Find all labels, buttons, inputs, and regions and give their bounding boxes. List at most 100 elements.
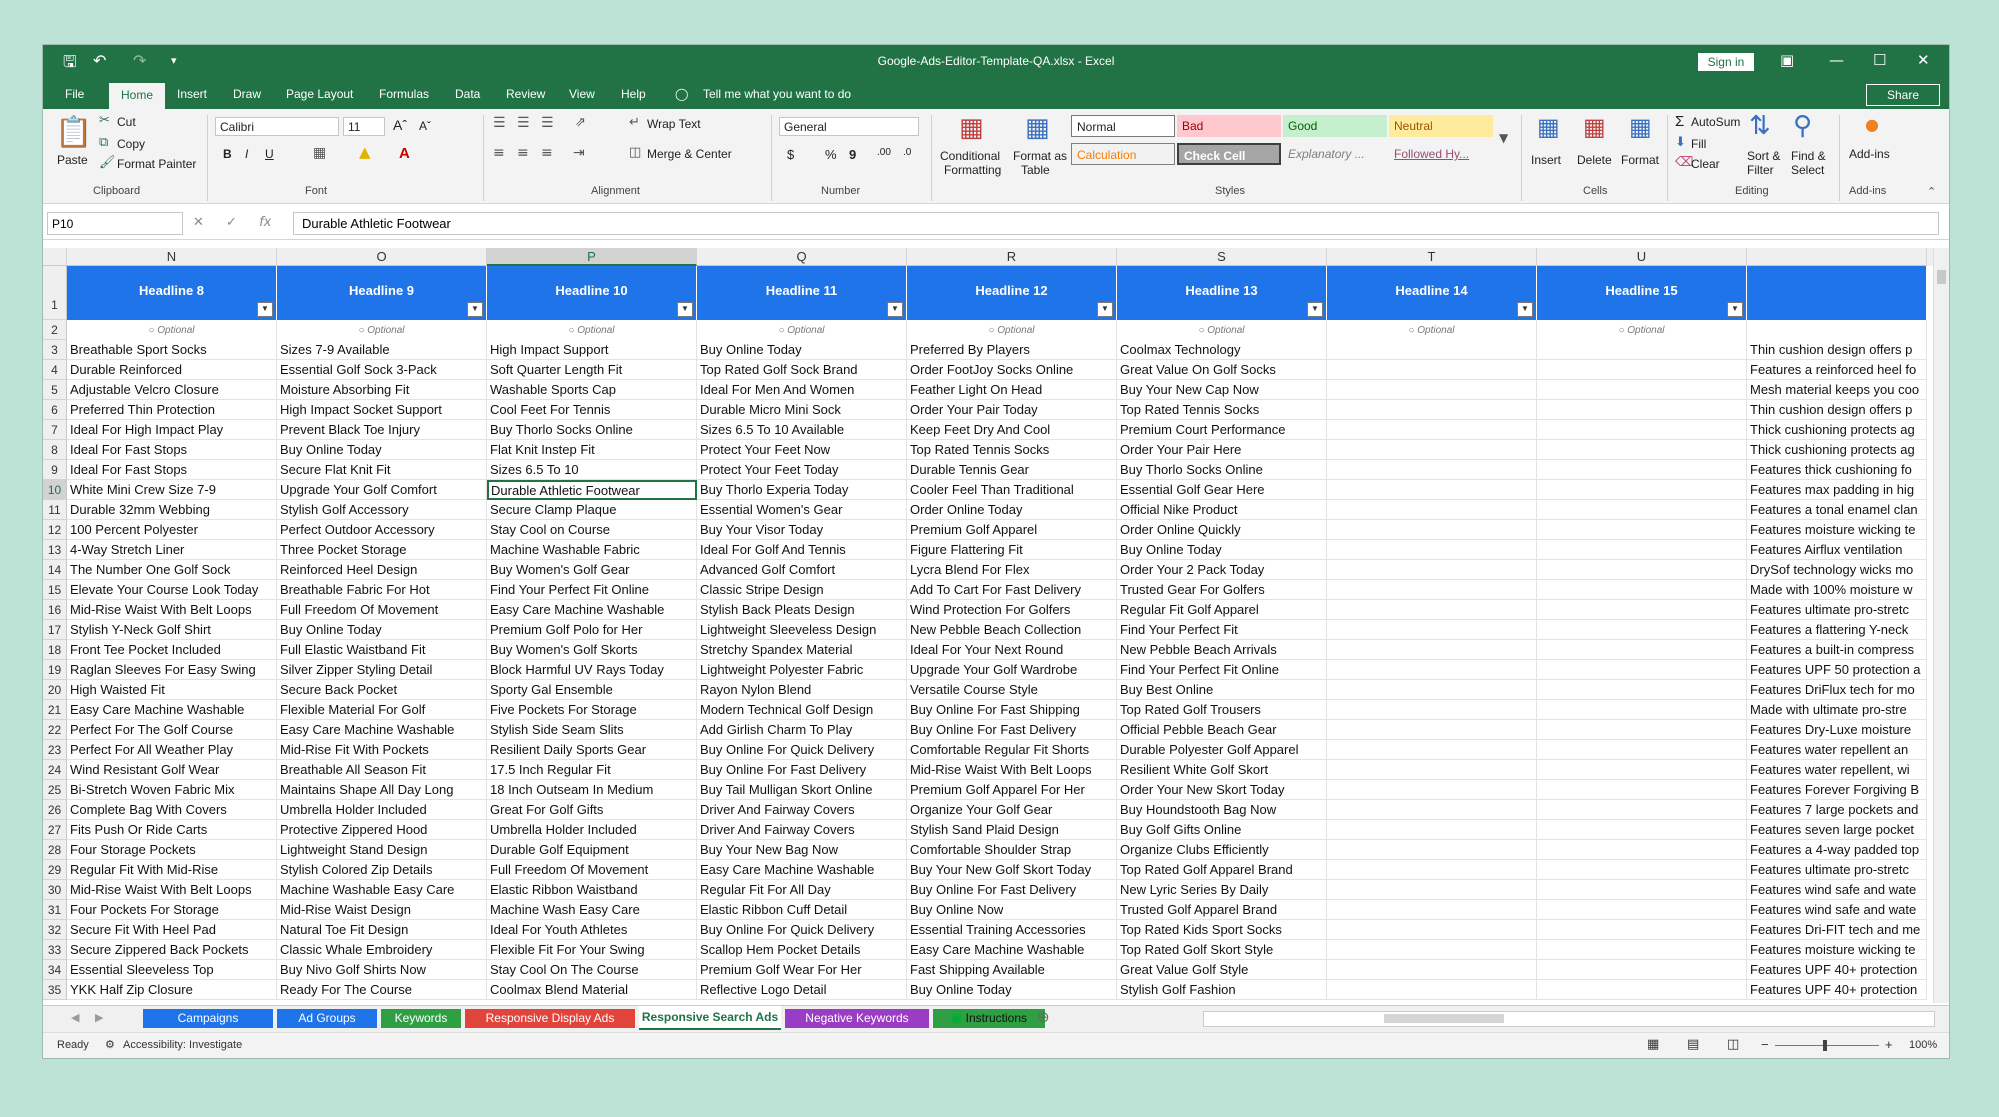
cell[interactable]: Order Your New Skort Today: [1117, 780, 1327, 800]
cell[interactable]: Great For Golf Gifts: [487, 800, 697, 820]
cell[interactable]: [1537, 660, 1747, 680]
optional-cell[interactable]: ○ Optional: [907, 320, 1117, 340]
fill-color-icon[interactable]: ▲: [359, 143, 371, 161]
cell[interactable]: Durable Micro Mini Sock: [697, 400, 907, 420]
header-cell[interactable]: Headline 15 ▼: [1537, 266, 1747, 320]
cell[interactable]: Features UPF 50 protection a: [1747, 660, 1927, 680]
cell[interactable]: Flat Knit Instep Fit: [487, 440, 697, 460]
cell[interactable]: Coolmax Technology: [1117, 340, 1327, 360]
row-header[interactable]: 33: [43, 940, 67, 960]
cut-icon[interactable]: ✂: [99, 113, 110, 128]
optional-cell[interactable]: ○ Optional: [487, 320, 697, 340]
cell[interactable]: Durable Tennis Gear: [907, 460, 1117, 480]
cell[interactable]: Features UPF 40+ protection: [1747, 960, 1927, 980]
sheet-tab[interactable]: ▣ Instructions: [933, 1009, 1045, 1028]
cell[interactable]: Full Freedom Of Movement: [277, 600, 487, 620]
cell[interactable]: New Pebble Beach Collection: [907, 620, 1117, 640]
cell[interactable]: Buy Thorlo Experia Today: [697, 480, 907, 500]
cell[interactable]: Wind Protection For Golfers: [907, 600, 1117, 620]
add-sheet-icon[interactable]: ⊕: [1037, 1008, 1050, 1026]
cell[interactable]: Trusted Golf Apparel Brand: [1117, 900, 1327, 920]
style-followed-hyperlink[interactable]: Followed Hy...: [1389, 143, 1493, 165]
cell[interactable]: [1327, 380, 1537, 400]
cell[interactable]: Made with 100% moisture w: [1747, 580, 1927, 600]
cell[interactable]: Four Pockets For Storage: [67, 900, 277, 920]
cell[interactable]: Top Rated Golf Sock Brand: [697, 360, 907, 380]
cell[interactable]: [1537, 900, 1747, 920]
cell[interactable]: [1327, 760, 1537, 780]
row-header[interactable]: 34: [43, 960, 67, 980]
cell[interactable]: [1537, 860, 1747, 880]
cell[interactable]: [1327, 840, 1537, 860]
cell[interactable]: Secure Back Pocket: [277, 680, 487, 700]
align-right-icon[interactable]: ≡: [541, 145, 553, 161]
cell[interactable]: Stylish Golf Fashion: [1117, 980, 1327, 1000]
row-header[interactable]: 17: [43, 620, 67, 640]
row-header[interactable]: 27: [43, 820, 67, 840]
accessibility-status[interactable]: Accessibility: Investigate: [123, 1039, 242, 1051]
clear-button[interactable]: Clear: [1691, 157, 1720, 171]
cell[interactable]: [1327, 740, 1537, 760]
row-header[interactable]: 10: [43, 480, 67, 500]
cell[interactable]: Classic Whale Embroidery: [277, 940, 487, 960]
add-ins-icon[interactable]: ●: [1865, 115, 1879, 134]
cell[interactable]: [1537, 620, 1747, 640]
cell[interactable]: High Waisted Fit: [67, 680, 277, 700]
cell[interactable]: Buy Nivo Golf Shirts Now: [277, 960, 487, 980]
cell[interactable]: Premium Court Performance: [1117, 420, 1327, 440]
cell[interactable]: Regular Fit With Mid-Rise: [67, 860, 277, 880]
cell[interactable]: Scallop Hem Pocket Details: [697, 940, 907, 960]
row-header[interactable]: 19: [43, 660, 67, 680]
copy-icon[interactable]: ⧉: [99, 135, 108, 150]
cell[interactable]: [1537, 820, 1747, 840]
row-header[interactable]: 21: [43, 700, 67, 720]
vertical-scrollbar[interactable]: [1933, 248, 1949, 1003]
cell[interactable]: Ideal For Men And Women: [697, 380, 907, 400]
row-header[interactable]: 24: [43, 760, 67, 780]
cell[interactable]: The Number One Golf Sock: [67, 560, 277, 580]
borders-icon[interactable]: ▦: [313, 145, 326, 161]
row-header[interactable]: 7: [43, 420, 67, 440]
page-layout-view-icon[interactable]: ▤: [1687, 1037, 1699, 1052]
cell[interactable]: [1537, 360, 1747, 380]
cell[interactable]: [1327, 900, 1537, 920]
menu-data[interactable]: Data: [455, 87, 480, 101]
cell[interactable]: Advanced Golf Comfort: [697, 560, 907, 580]
cell[interactable]: Official Pebble Beach Gear: [1117, 720, 1327, 740]
cell[interactable]: Sizes 6.5 To 10 Available: [697, 420, 907, 440]
cell[interactable]: Block Harmful UV Rays Today: [487, 660, 697, 680]
cell[interactable]: Order Online Quickly: [1117, 520, 1327, 540]
cell[interactable]: Breathable Fabric For Hot: [277, 580, 487, 600]
cell[interactable]: [1537, 400, 1747, 420]
cell[interactable]: Thin cushion design offers p: [1747, 340, 1927, 360]
cell[interactable]: Features a reinforced heel fo: [1747, 360, 1927, 380]
sheet-tab[interactable]: Keywords: [381, 1009, 461, 1028]
column-header[interactable]: U: [1537, 248, 1747, 266]
row-header[interactable]: 32: [43, 920, 67, 940]
cell[interactable]: Fits Push Or Ride Carts: [67, 820, 277, 840]
cell[interactable]: Top Rated Golf Trousers: [1117, 700, 1327, 720]
cell[interactable]: Front Tee Pocket Included: [67, 640, 277, 660]
sheet-tab[interactable]: Campaigns: [143, 1009, 273, 1028]
select-all-corner[interactable]: [43, 248, 67, 266]
format-painter-button[interactable]: Format Painter: [117, 157, 196, 171]
cell[interactable]: Features Airflux ventilation: [1747, 540, 1927, 560]
cell[interactable]: Protect Your Feet Today: [697, 460, 907, 480]
cell[interactable]: YKK Half Zip Closure: [67, 980, 277, 1000]
cell[interactable]: Easy Care Machine Washable: [907, 940, 1117, 960]
cut-button[interactable]: Cut: [117, 115, 136, 129]
cell[interactable]: Stay Cool on Course: [487, 520, 697, 540]
cell[interactable]: Regular Fit Golf Apparel: [1117, 600, 1327, 620]
cell[interactable]: Order Your Pair Here: [1117, 440, 1327, 460]
cell[interactable]: Buy Online For Fast Shipping: [907, 700, 1117, 720]
underline-icon[interactable]: U: [265, 147, 274, 161]
cell[interactable]: Preferred Thin Protection: [67, 400, 277, 420]
cell[interactable]: Buy Thorlo Socks Online: [487, 420, 697, 440]
cell[interactable]: Flexible Material For Golf: [277, 700, 487, 720]
row-header[interactable]: 6: [43, 400, 67, 420]
cell[interactable]: [1327, 700, 1537, 720]
style-calculation[interactable]: Calculation: [1071, 143, 1175, 165]
cell-grid[interactable]: Headline 8 ▼ ○ Optional Headline 9 ▼ ○ Option…: [67, 266, 1933, 1003]
cell[interactable]: Cool Feet For Tennis: [487, 400, 697, 420]
style-bad[interactable]: Bad: [1177, 115, 1281, 137]
